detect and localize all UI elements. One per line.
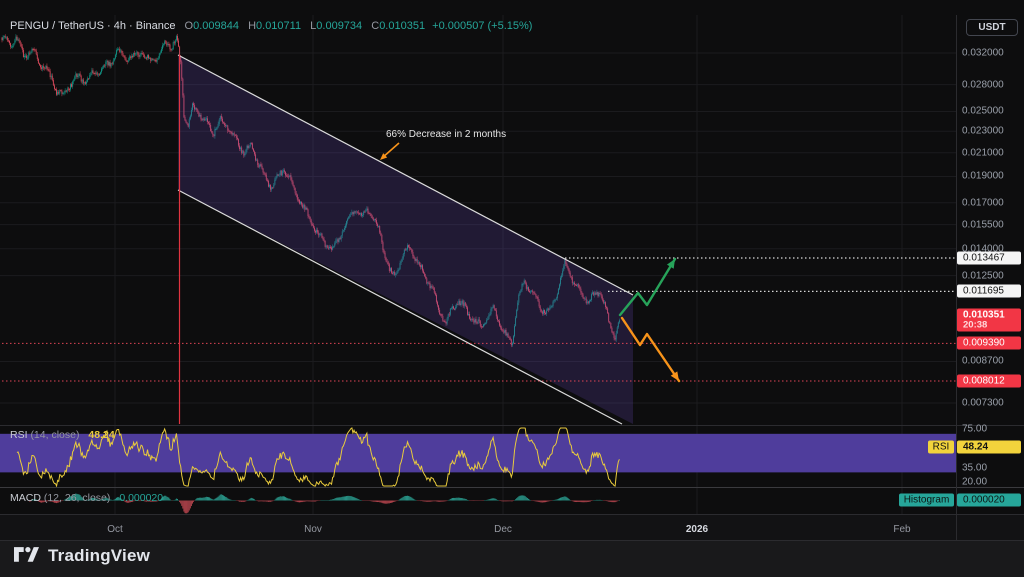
price-axis-label: 0.025000 <box>962 106 1004 117</box>
price-axis-label: 0.021000 <box>962 147 1004 158</box>
current-price-tag: 0.01035120:38 <box>957 309 1021 332</box>
rsi-axis-label: 75.00 <box>962 424 987 435</box>
macd-legend[interactable]: MACD (12, 26, close) 0.000020 <box>10 492 163 504</box>
rsi-band <box>0 434 956 473</box>
price-level-tag: 0.008012 <box>957 374 1021 387</box>
price-axis-label: 0.015500 <box>962 219 1004 230</box>
symbol-legend[interactable]: PENGU / TetherUS · 4h · Binance O0.00984… <box>10 20 532 32</box>
price-axis-label: 0.017000 <box>962 197 1004 208</box>
ohlc-high-value: 0.010711 <box>256 20 301 32</box>
macd-params: (12, 26, close) <box>44 492 111 504</box>
time-axis-label: Oct <box>107 524 123 535</box>
tradingview-logo[interactable]: TradingView <box>14 545 150 566</box>
rsi-axis-label: 20.00 <box>962 477 987 488</box>
ohlc-close-label: C <box>371 20 379 32</box>
price-axis-label: 0.023000 <box>962 126 1004 137</box>
currency-toggle-button[interactable]: USDT <box>966 19 1018 36</box>
time-axis-label: Dec <box>494 524 512 535</box>
rsi-title[interactable]: RSI <box>10 429 28 441</box>
price-axis-label: 0.007300 <box>962 398 1004 409</box>
macd-title[interactable]: MACD <box>10 492 41 504</box>
rsi-legend[interactable]: RSI (14, close) 48.24 <box>10 429 115 441</box>
ohlc-high-label: H <box>248 20 256 32</box>
rsi-name-tag: RSI <box>928 441 954 454</box>
time-axis-label: Nov <box>304 524 322 535</box>
price-axis-label: 0.012500 <box>962 270 1004 281</box>
ohlc-low-value: 0.009734 <box>316 20 362 32</box>
price-axis-label: 0.019000 <box>962 171 1004 182</box>
symbol-title[interactable]: PENGU / TetherUS · 4h · Binance <box>10 20 175 32</box>
rsi-value: 48.24 <box>88 429 114 441</box>
price-level-tag: 0.013467 <box>957 251 1021 264</box>
decrease-annotation-text[interactable]: 66% Decrease in 2 months <box>386 129 506 140</box>
candlestick-chart-canvas[interactable] <box>0 0 1024 577</box>
rsi-value-tag: 48.24 <box>957 441 1021 454</box>
tradingview-logo-text: TradingView <box>48 546 150 566</box>
change-value: +0.000507 (+5.15%) <box>432 20 532 32</box>
ohlc-open-label: O <box>185 20 194 32</box>
ohlc-close-value: 0.010351 <box>379 20 425 32</box>
rsi-params: (14, close) <box>30 429 79 441</box>
macd-histogram-value-tag: 0.000020 <box>957 494 1021 507</box>
price-level-tag: 0.009390 <box>957 337 1021 350</box>
bar-countdown: 20:38 <box>963 321 1021 331</box>
tradingview-logo-icon <box>14 545 39 566</box>
time-axis-label: Feb <box>893 524 910 535</box>
price-axis-label: 0.028000 <box>962 79 1004 90</box>
tradingview-chart-window: AhmadPro created with TradingView.com, D… <box>0 0 1024 577</box>
time-axis[interactable] <box>0 515 956 540</box>
price-axis-label: 0.032000 <box>962 48 1004 59</box>
price-axis-label: 0.008700 <box>962 356 1004 367</box>
price-level-tag: 0.011695 <box>957 285 1021 298</box>
ohlc-open-value: 0.009844 <box>193 20 239 32</box>
macd-histogram-tag: Histogram <box>899 494 954 507</box>
macd-value: 0.000020 <box>119 492 163 504</box>
rsi-axis-label: 35.00 <box>962 462 987 473</box>
time-axis-label: 2026 <box>686 524 708 535</box>
